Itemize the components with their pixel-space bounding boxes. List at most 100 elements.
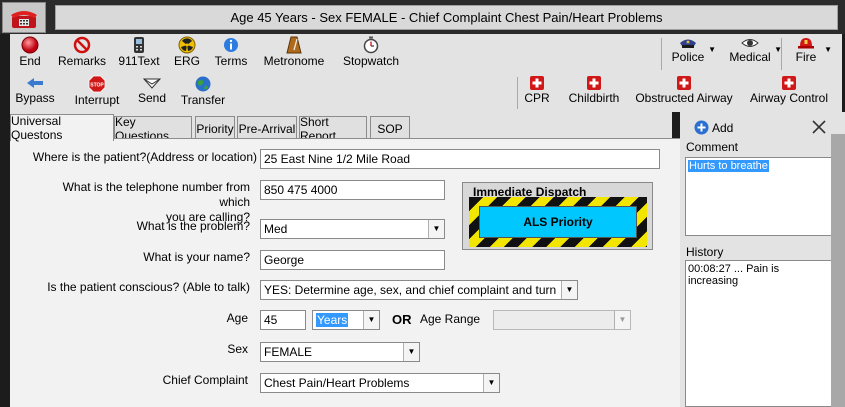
chevron-down-icon[interactable]: ▼ (428, 220, 444, 238)
bypass-label: Bypass (15, 91, 55, 105)
immediate-dispatch-box: Immediate Dispatch ALS Priority (462, 182, 653, 250)
terms-button[interactable]: Terms (210, 34, 252, 73)
caller-name-input[interactable]: George (260, 250, 445, 270)
childbirth-button[interactable]: Childbirth (562, 73, 626, 112)
toolbar-separator (661, 38, 662, 70)
tab-strip: Universal Questons Key Questions Priorit… (10, 114, 672, 143)
als-priority-button[interactable]: ALS Priority (479, 206, 637, 238)
airway-control-label: Airway Control (749, 91, 829, 105)
main-toolbar: End Remarks 911Text ERG Terms Metronome … (10, 34, 842, 73)
end-icon (21, 36, 39, 54)
bypass-arrow-icon (27, 78, 43, 88)
conscious-label: Is the patient conscious? (Able to talk) (47, 280, 250, 294)
cpr-label: CPR (524, 91, 550, 105)
name-label: What is your name? (143, 250, 250, 264)
chevron-down-icon[interactable]: ▼ (614, 311, 630, 329)
police-hat-icon (680, 39, 696, 48)
age-unit-select[interactable]: Years ▼ (312, 310, 380, 330)
problem-value: Med (264, 222, 288, 236)
medical-cross-icon (530, 76, 544, 90)
toolbar-separator (781, 38, 782, 70)
history-label: History (686, 245, 724, 259)
globe-icon (195, 76, 211, 92)
chevron-down-icon[interactable]: ▼ (708, 45, 716, 54)
or-label: OR (392, 312, 412, 327)
tab-sop[interactable]: SOP (370, 116, 410, 140)
obstructed-airway-button[interactable]: Obstructed Airway (634, 73, 734, 112)
title-bar: Age 45 Years - Sex FEMALE - Chief Compla… (0, 0, 845, 34)
problem-select[interactable]: Med ▼ (260, 219, 445, 239)
age-range-select[interactable]: ▼ (493, 310, 631, 330)
age-label: Age (226, 311, 248, 325)
erg-button[interactable]: ERG (168, 34, 206, 73)
chevron-down-icon[interactable]: ▼ (363, 311, 379, 329)
age-range-label: Age Range (420, 312, 481, 326)
remarks-button[interactable]: Remarks (54, 34, 110, 73)
text911-label: 911Text (118, 54, 160, 68)
chevron-down-icon[interactable]: ▼ (824, 45, 832, 54)
tab-short-report[interactable]: Short Report (299, 115, 367, 143)
scrollbar[interactable] (831, 134, 845, 407)
text911-button[interactable]: 911Text (116, 34, 162, 73)
sex-select[interactable]: FEMALE ▼ (260, 342, 420, 362)
add-label: Add (712, 120, 734, 135)
transfer-label: Transfer (180, 93, 226, 107)
tab-key-questions[interactable]: Key Questions (114, 115, 192, 143)
tab-content: Where is the patient?(Address or locatio… (10, 138, 680, 407)
childbirth-label: Childbirth (568, 91, 620, 105)
airway-control-button[interactable]: Airway Control (748, 73, 830, 112)
hazmat-icon (178, 36, 196, 54)
bypass-button[interactable]: Bypass (14, 73, 56, 112)
fire-label: Fire (795, 50, 817, 64)
comment-value: Hurts to breathe (688, 160, 769, 172)
plus-circle-icon (694, 120, 709, 135)
history-list[interactable]: 00:08:27 ... Pain is increasing (685, 260, 832, 407)
close-icon[interactable] (811, 119, 827, 138)
where-label: Where is the patient?(Address or locatio… (32, 150, 257, 164)
metronome-button[interactable]: Metronome (260, 34, 328, 73)
end-button[interactable]: End (10, 34, 50, 73)
interrupt-label: Interrupt (74, 93, 120, 107)
tab-pre-arrival[interactable]: Pre-Arrival (237, 116, 297, 140)
eye-icon (741, 39, 759, 47)
medical-button[interactable]: Medical ▼ (728, 34, 782, 73)
interrupt-button[interactable]: STOP Interrupt (70, 73, 124, 112)
terms-label: Terms (214, 54, 248, 68)
medical-label: Medical (729, 50, 771, 64)
phone-icon[interactable] (2, 2, 46, 33)
medical-cross-icon (587, 76, 601, 90)
stopwatch-icon (363, 36, 379, 54)
send-label: Send (137, 91, 167, 105)
add-button[interactable]: Add (694, 120, 733, 135)
transfer-button[interactable]: Transfer (180, 73, 226, 112)
police-button[interactable]: Police ▼ (670, 34, 716, 73)
phone-input[interactable]: 850 475 4000 (260, 180, 445, 200)
cpr-button[interactable]: CPR (522, 73, 552, 112)
conscious-value: YES: Determine age, sex, and chief compl… (264, 283, 559, 297)
send-icon (142, 78, 162, 89)
hazard-stripes: ALS Priority (469, 197, 647, 247)
complaint-value: Chest Pain/Heart Problems (264, 376, 410, 390)
tab-priority[interactable]: Priority (195, 116, 235, 140)
sex-label: Sex (227, 342, 248, 356)
chevron-down-icon[interactable]: ▼ (403, 343, 419, 361)
chevron-down-icon[interactable]: ▼ (561, 281, 577, 299)
comment-textarea[interactable]: Hurts to breathe (685, 157, 832, 236)
stop-sign-icon: STOP (88, 75, 106, 93)
tab-universal-questions[interactable]: Universal Questons (10, 114, 114, 142)
sex-value: FEMALE (264, 345, 313, 359)
age-input[interactable]: 45 (260, 310, 306, 330)
window-title: Age 45 Years - Sex FEMALE - Chief Compla… (55, 5, 838, 30)
phone-label-line1: What is the telephone number from which (62, 180, 250, 209)
conscious-select[interactable]: YES: Determine age, sex, and chief compl… (260, 280, 578, 300)
chief-complaint-select[interactable]: Chest Pain/Heart Problems ▼ (260, 373, 500, 393)
fire-button[interactable]: Fire ▼ (790, 34, 832, 73)
notes-panel: Add Comment Hurts to breathe History 00:… (680, 112, 845, 407)
stopwatch-button[interactable]: Stopwatch (340, 34, 402, 73)
question-panel: Universal Questons Key Questions Priorit… (10, 112, 680, 407)
history-entry: 00:08:27 ... Pain is increasing (688, 263, 780, 287)
erg-label: ERG (173, 54, 200, 68)
send-button[interactable]: Send (134, 73, 170, 112)
address-input[interactable]: 25 East Nine 1/2 Mile Road (260, 149, 660, 169)
chevron-down-icon[interactable]: ▼ (483, 374, 499, 392)
